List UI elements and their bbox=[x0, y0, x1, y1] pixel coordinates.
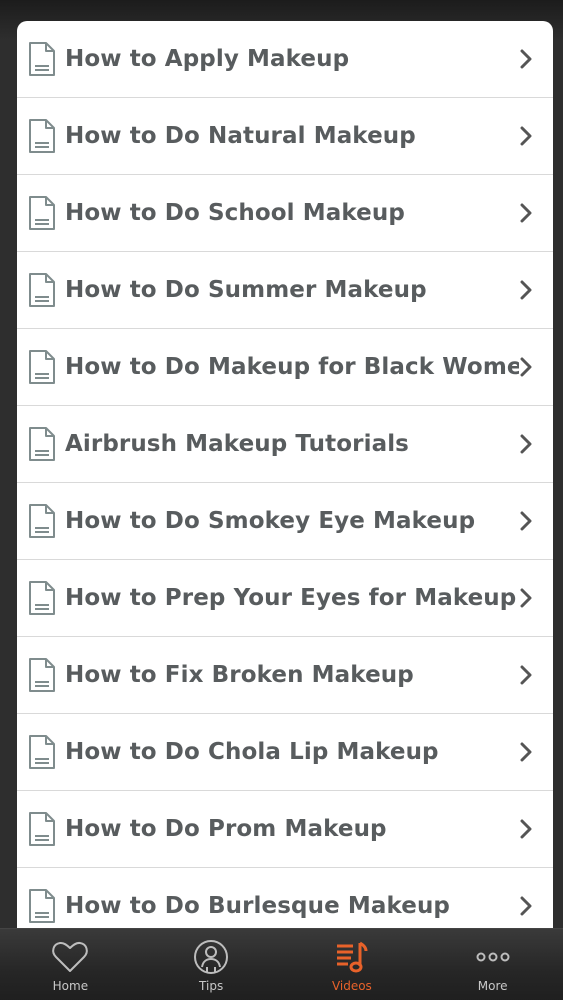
video-list-card: How to Apply Makeup How to Do Natural Ma… bbox=[17, 21, 553, 928]
chevron-right-icon bbox=[520, 434, 532, 454]
list-item[interactable]: How to Do Prom Makeup bbox=[17, 791, 553, 868]
chevron-right-icon bbox=[520, 203, 532, 223]
tab-videos[interactable]: Videos bbox=[282, 929, 423, 1000]
list-item-label: How to Do Natural Makeup bbox=[65, 123, 416, 149]
video-list: How to Apply Makeup How to Do Natural Ma… bbox=[17, 21, 553, 928]
chevron-right-icon bbox=[520, 588, 532, 608]
heart-icon bbox=[52, 941, 89, 972]
app-screen: How to Apply Makeup How to Do Natural Ma… bbox=[0, 0, 563, 1000]
bottom-tab-bar: Home Tips Videos More bbox=[0, 928, 563, 1000]
tab-more[interactable]: More bbox=[422, 929, 563, 1000]
tab-label: Videos bbox=[331, 979, 372, 993]
document-icon bbox=[29, 658, 55, 692]
list-item-label: How to Do Chola Lip Makeup bbox=[65, 739, 439, 765]
list-item-label: How to Apply Makeup bbox=[65, 46, 350, 72]
document-icon bbox=[29, 42, 55, 76]
list-item[interactable]: How to Fix Broken Makeup bbox=[17, 637, 553, 714]
document-icon bbox=[29, 350, 55, 384]
tab-label: Home bbox=[52, 979, 89, 993]
list-item-label: How to Do School Makeup bbox=[65, 200, 405, 226]
list-item[interactable]: How to Do School Makeup bbox=[17, 175, 553, 252]
list-item[interactable]: How to Do Burlesque Makeup bbox=[17, 868, 553, 928]
document-icon bbox=[29, 735, 55, 769]
tab-label: Tips bbox=[199, 979, 224, 993]
tab-tips[interactable]: Tips bbox=[141, 929, 282, 1000]
document-icon bbox=[29, 812, 55, 846]
user-circle-icon bbox=[194, 940, 229, 974]
list-item-label: How to Do Burlesque Makeup bbox=[65, 893, 450, 919]
music-list-icon bbox=[336, 941, 368, 973]
list-item[interactable]: How to Do Smokey Eye Makeup bbox=[17, 483, 553, 560]
document-icon bbox=[29, 119, 55, 153]
list-item[interactable]: How to Prep Your Eyes for Makeup bbox=[17, 560, 553, 637]
list-item-label: How to Do Summer Makeup bbox=[65, 277, 427, 303]
list-item[interactable]: Airbrush Makeup Tutorials bbox=[17, 406, 553, 483]
list-item[interactable]: How to Apply Makeup bbox=[17, 21, 553, 98]
more-dots-icon bbox=[476, 952, 510, 962]
list-item-label: How to Prep Your Eyes for Makeup bbox=[65, 585, 517, 611]
tab-label: More bbox=[477, 979, 508, 993]
list-item-label: How to Do Prom Makeup bbox=[65, 816, 387, 842]
document-icon bbox=[29, 581, 55, 615]
list-item-label: How to Do Smokey Eye Makeup bbox=[65, 508, 476, 534]
document-icon bbox=[29, 427, 55, 461]
chevron-right-icon bbox=[520, 742, 532, 762]
list-item-label: How to Do Makeup for Black Women bbox=[65, 354, 519, 380]
chevron-right-icon bbox=[520, 357, 532, 377]
chevron-right-icon bbox=[520, 49, 532, 69]
chevron-right-icon bbox=[520, 896, 532, 916]
list-item[interactable]: How to Do Summer Makeup bbox=[17, 252, 553, 329]
document-icon bbox=[29, 196, 55, 230]
chevron-right-icon bbox=[520, 511, 532, 531]
tab-home[interactable]: Home bbox=[0, 929, 141, 1000]
list-item[interactable]: How to Do Chola Lip Makeup bbox=[17, 714, 553, 791]
document-icon bbox=[29, 273, 55, 307]
list-item[interactable]: How to Do Makeup for Black Women bbox=[17, 329, 553, 406]
chevron-right-icon bbox=[520, 665, 532, 685]
list-item-label: How to Fix Broken Makeup bbox=[65, 662, 414, 688]
chevron-right-icon bbox=[520, 280, 532, 300]
chevron-right-icon bbox=[520, 126, 532, 146]
document-icon bbox=[29, 889, 55, 923]
list-item[interactable]: How to Do Natural Makeup bbox=[17, 98, 553, 175]
document-icon bbox=[29, 504, 55, 538]
chevron-right-icon bbox=[520, 819, 532, 839]
list-item-label: Airbrush Makeup Tutorials bbox=[65, 431, 409, 457]
